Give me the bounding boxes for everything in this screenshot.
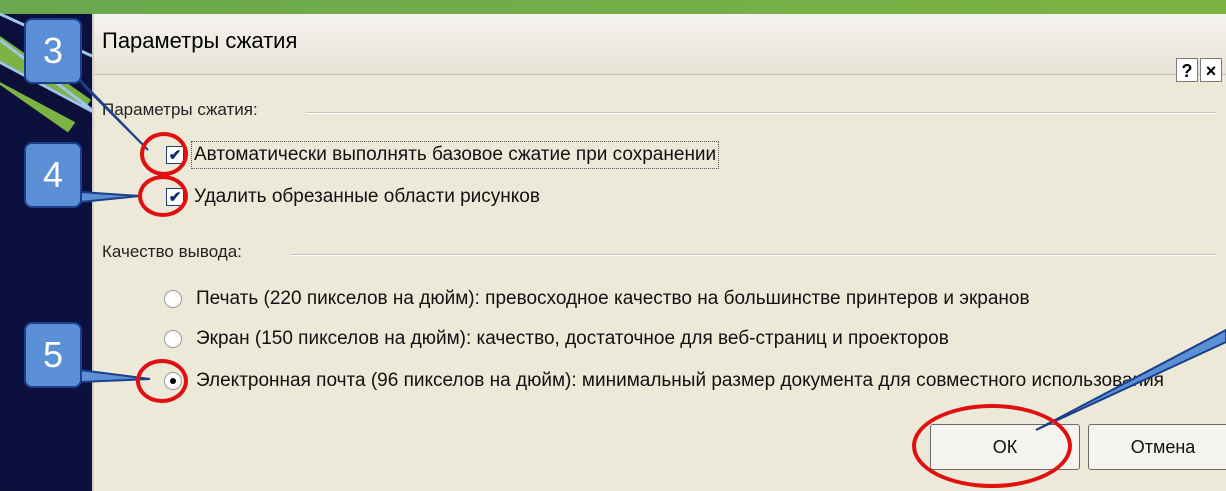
highlight-ring-auto-compress bbox=[140, 132, 188, 176]
callout-ok-pointer bbox=[1035, 328, 1226, 431]
callout-4: 4 bbox=[24, 142, 82, 208]
highlight-ring-email bbox=[136, 359, 188, 403]
callout-4-pointer bbox=[79, 190, 141, 204]
callout-3-pointer bbox=[79, 79, 149, 151]
callout-5: 5 bbox=[24, 322, 82, 388]
highlight-ring-delete-cropped bbox=[138, 175, 188, 217]
callout-3: 3 bbox=[24, 18, 82, 84]
highlight-ring-ok bbox=[912, 404, 1072, 488]
